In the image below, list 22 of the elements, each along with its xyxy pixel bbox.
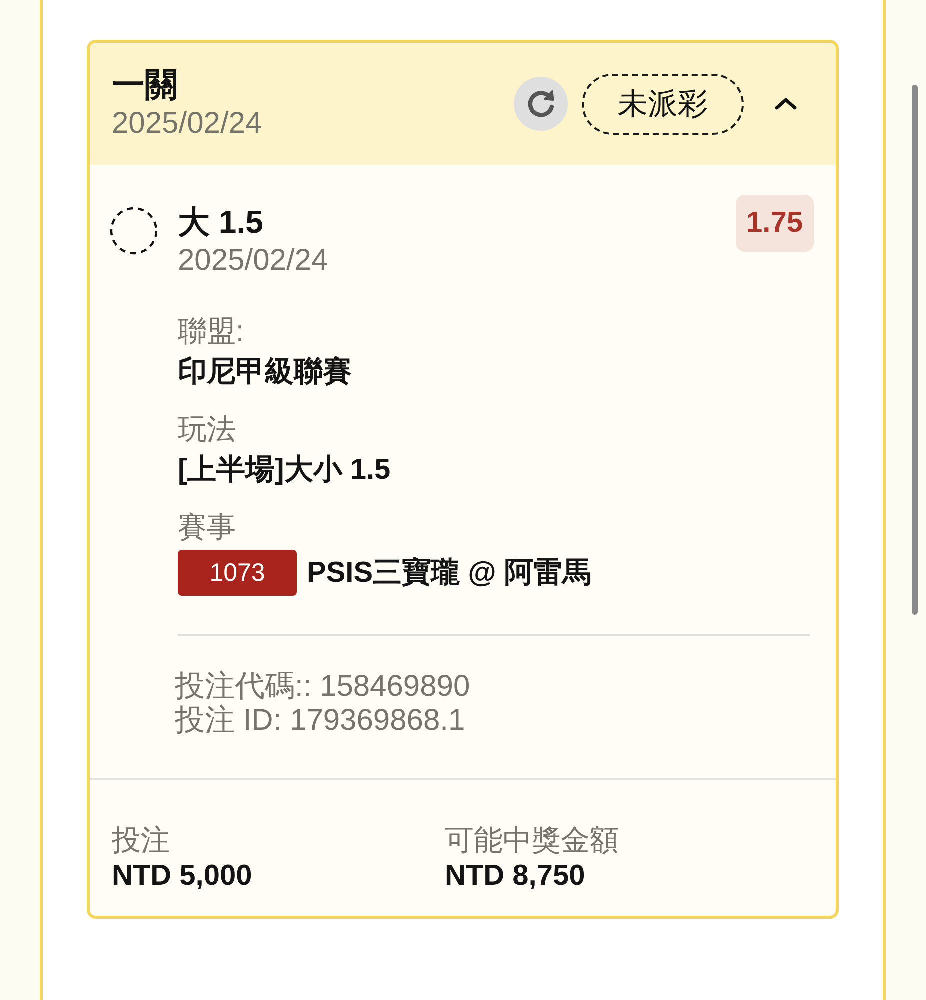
scrollbar-thumb[interactable]	[912, 85, 918, 615]
chevron-up-icon	[774, 97, 798, 111]
detail-label: 賽事	[178, 511, 237, 546]
detail-value: 印尼甲級聯賽	[178, 355, 353, 390]
dashed-circle-icon	[110, 207, 158, 255]
total-label: 可能中獎金額	[445, 824, 620, 859]
total-amount: NTD 8,750	[445, 859, 586, 894]
odds-badge: 1.75	[736, 195, 814, 252]
bet-date: 2025/02/24	[112, 106, 262, 142]
detail-label: 聯盟:	[178, 315, 246, 350]
bet-reference: 投注 ID: 179369868.1	[175, 704, 466, 738]
status-badge: 未派彩	[582, 74, 744, 134]
selection-date: 2025/02/24	[178, 243, 330, 279]
detail-label: 玩法	[178, 413, 237, 448]
match-code-badge: 1073	[178, 550, 297, 596]
total-label: 投注	[112, 824, 171, 859]
match-name: PSIS三寶瓏 @ 阿雷馬	[307, 556, 592, 591]
total-amount: NTD 5,000	[112, 859, 254, 894]
selection-name: 大 1.5	[178, 203, 264, 242]
bet-reference: 投注代碼:: 158469890	[175, 670, 472, 704]
detail-value: [上半場]大小 1.5	[178, 453, 392, 488]
bet-type-title: 一關	[112, 65, 179, 105]
